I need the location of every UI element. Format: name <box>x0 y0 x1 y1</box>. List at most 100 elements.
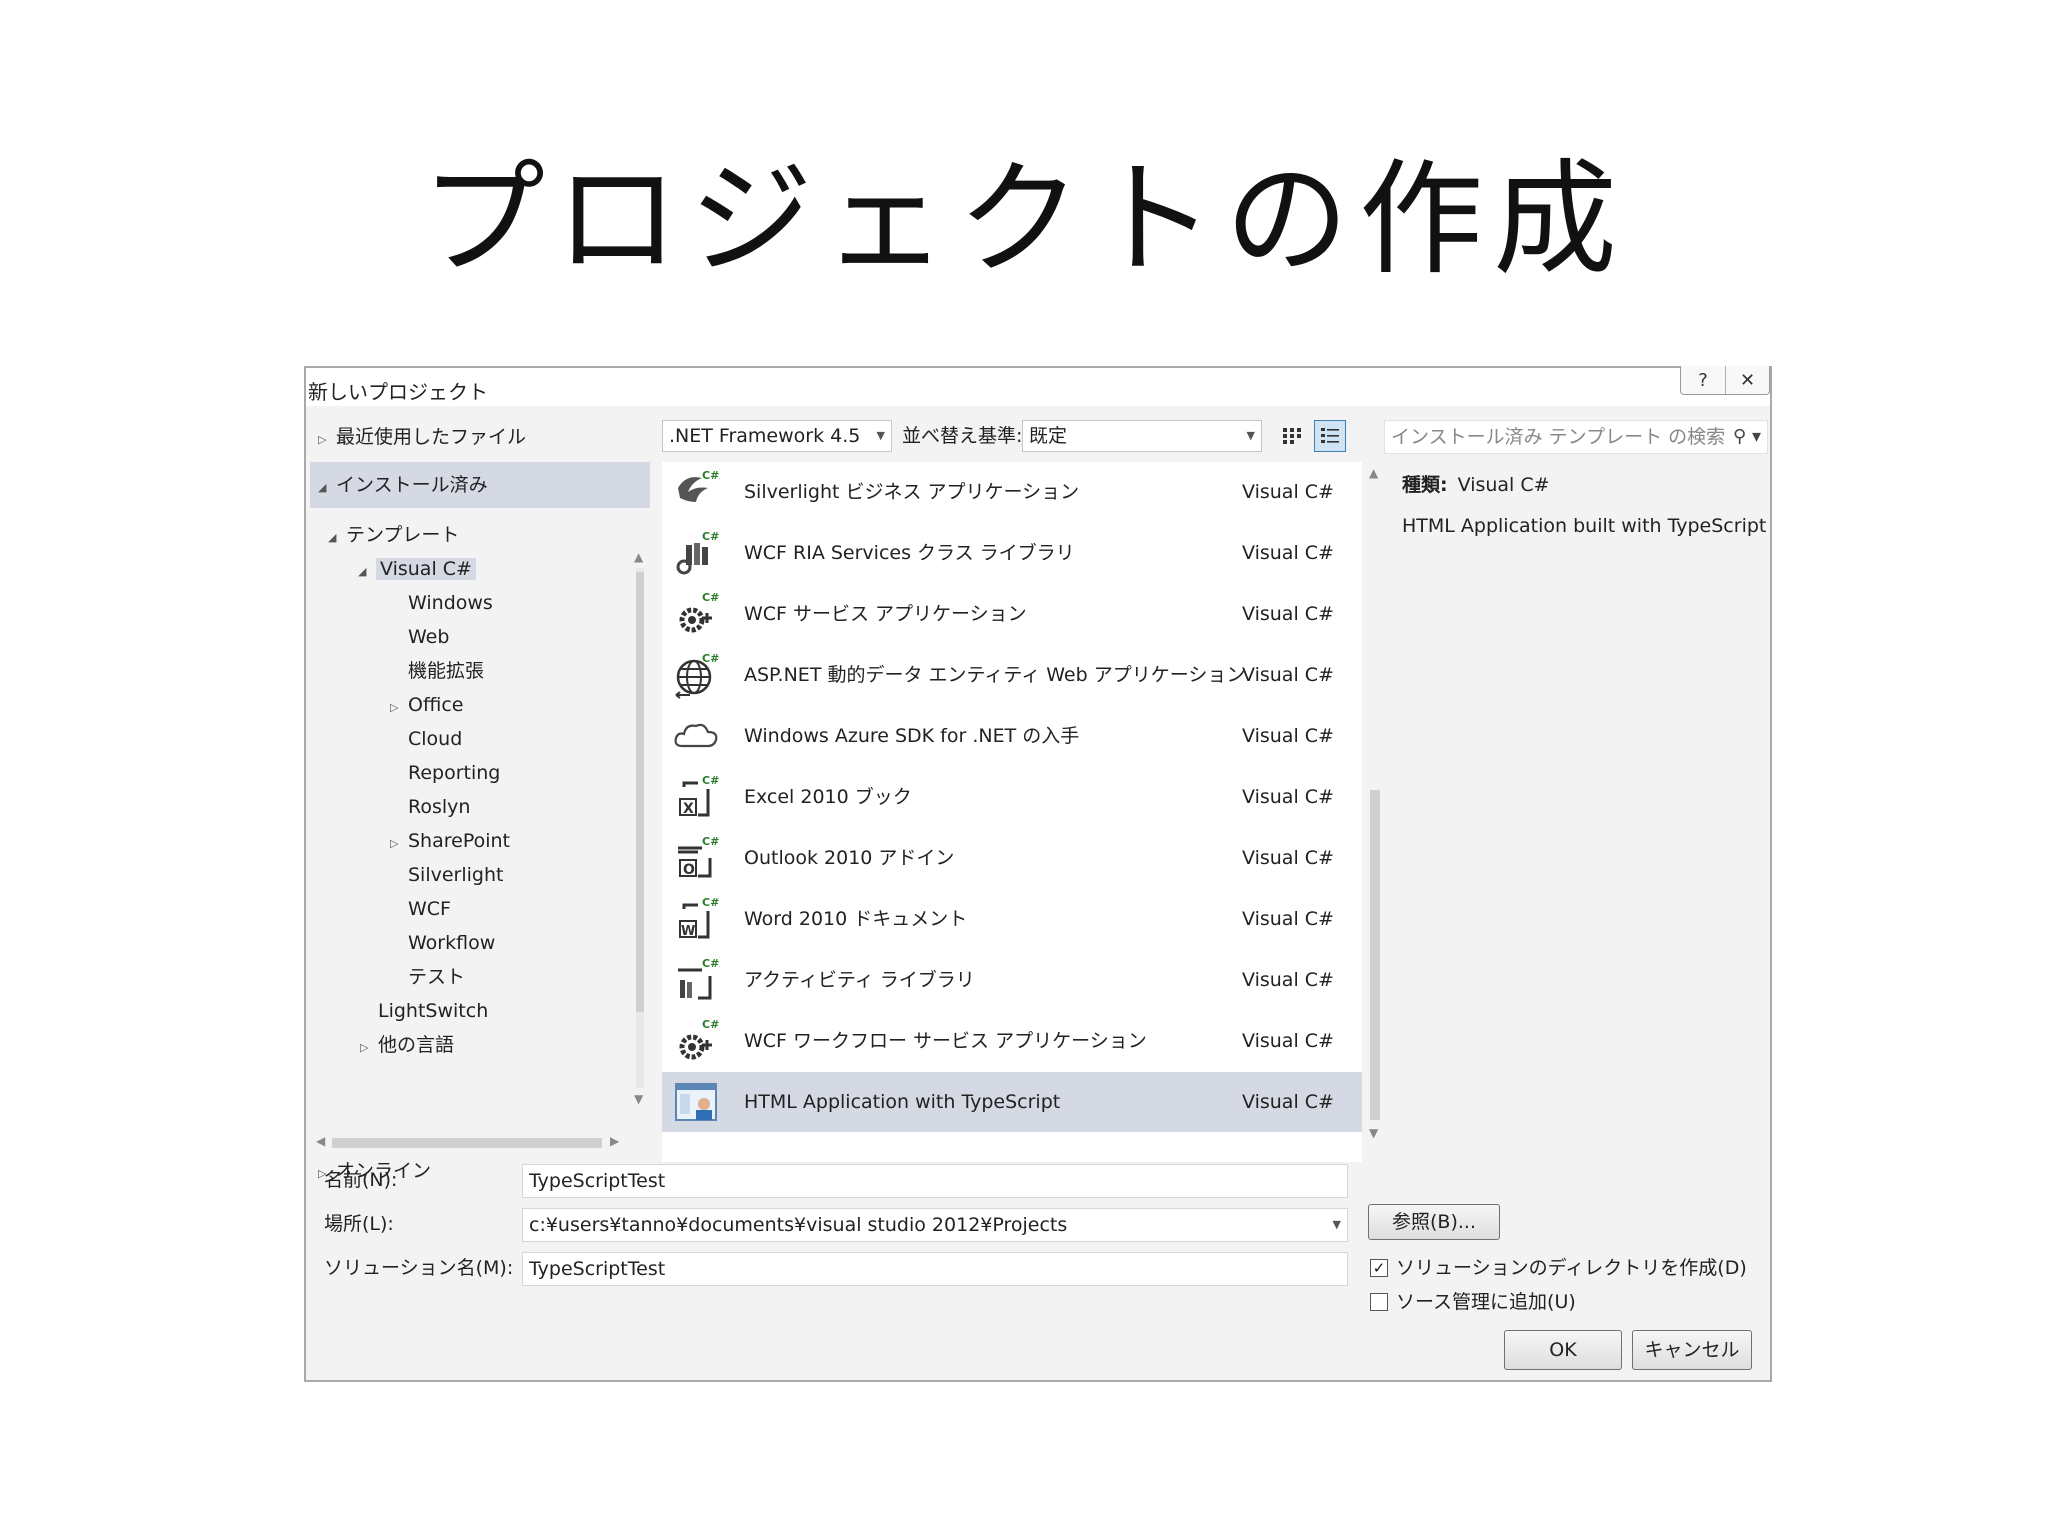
ok-button[interactable]: OK <box>1504 1330 1622 1370</box>
source-control-option[interactable]: ソース管理に追加(U) <box>1370 1288 1576 1316</box>
scroll-right-icon[interactable]: ▶ <box>610 1134 619 1148</box>
solution-name-input[interactable]: TypeScriptTest <box>522 1252 1348 1286</box>
tree-item-extensibility[interactable]: 機能拡張 <box>408 656 484 686</box>
tree-item-workflow[interactable]: Workflow <box>408 928 495 958</box>
template-search-input[interactable]: インストール済み テンプレート の検索 ⚲ ▾ <box>1384 420 1768 454</box>
svg-text:C#: C# <box>702 896 719 909</box>
template-row[interactable]: X C# Excel 2010 ブック Visual C# <box>662 767 1362 827</box>
create-directory-option[interactable]: ✓ ソリューションのディレクトリを作成(D) <box>1370 1254 1747 1282</box>
browse-button[interactable]: 参照(B)... <box>1368 1204 1500 1240</box>
activity-library-icon: C# <box>678 957 719 1000</box>
globe-icon: C# <box>675 652 719 699</box>
help-button[interactable]: ? <box>1681 366 1725 394</box>
scroll-thumb[interactable] <box>1370 790 1380 1120</box>
scroll-thumb[interactable] <box>636 572 644 1012</box>
tree-item-installed[interactable]: ◢ インストール済み <box>318 470 488 500</box>
tree-item-reporting[interactable]: Reporting <box>408 758 500 788</box>
solution-name-label: ソリューション名(M): <box>324 1257 514 1279</box>
template-row[interactable]: C# ASP.NET 動的データ エンティティ Web アプリケーション Vis… <box>662 645 1362 705</box>
search-icon[interactable]: ⚲ ▾ <box>1729 421 1761 453</box>
scroll-up-icon[interactable]: ▲ <box>1369 466 1378 480</box>
tree-item-other-languages[interactable]: ▷ 他の言語 <box>360 1030 454 1060</box>
expand-arrow-icon[interactable]: ▷ <box>360 1033 378 1063</box>
project-name-input[interactable]: TypeScriptTest <box>522 1164 1348 1198</box>
svg-text:C#: C# <box>702 1018 719 1031</box>
svg-text:C#: C# <box>702 835 719 848</box>
html-typescript-icon <box>675 1083 717 1121</box>
template-row[interactable]: W C# Word 2010 ドキュメント Visual C# <box>662 889 1362 949</box>
svg-text:X: X <box>683 801 694 817</box>
dialog-titlebar: 新しいプロジェクト ? ✕ <box>306 366 1770 406</box>
list-toolbar: .NET Framework 4.5 ▼ 並べ替え基準: 既定 ▼ <box>662 420 1362 456</box>
svg-text:C#: C# <box>702 957 719 970</box>
tree-horizontal-scrollbar[interactable]: ◀ ▶ <box>314 1132 624 1152</box>
template-description: HTML Application built with TypeScript <box>1402 515 1767 537</box>
template-row[interactable]: C# WCF サービス アプリケーション Visual C# <box>662 584 1362 644</box>
source-control-checkbox[interactable] <box>1370 1293 1388 1311</box>
template-row[interactable]: C# WCF ワークフロー サービス アプリケーション Visual C# <box>662 1011 1362 1071</box>
silverlight-icon: C# <box>678 469 719 502</box>
sort-label: 並べ替え基準: <box>902 425 1023 447</box>
create-directory-checkbox[interactable]: ✓ <box>1370 1259 1388 1277</box>
template-row[interactable]: C# WCF RIA Services クラス ライブラリ Visual C# <box>662 523 1362 583</box>
tree-item-visual-csharp[interactable]: ◢ Visual C# <box>358 554 476 584</box>
framework-select[interactable]: .NET Framework 4.5 ▼ <box>662 420 892 452</box>
expand-arrow-icon[interactable]: ▷ <box>390 693 408 723</box>
tree-item-recent[interactable]: ▷ 最近使用したファイル <box>318 422 526 452</box>
template-details: 種類: Visual C# HTML Application built with… <box>1402 470 1767 537</box>
small-icons-view-button[interactable] <box>1276 420 1308 452</box>
expand-arrow-icon[interactable]: ▷ <box>390 829 408 859</box>
slide-title: プロジェクトの作成 <box>420 148 1627 292</box>
template-row-selected[interactable]: HTML Application with TypeScript Visual … <box>662 1072 1362 1132</box>
expand-arrow-icon[interactable]: ▷ <box>318 425 336 455</box>
scroll-down-icon[interactable]: ▼ <box>634 1092 643 1106</box>
chevron-down-icon: ▼ <box>876 429 885 442</box>
ria-library-icon: C# <box>676 530 719 575</box>
new-project-dialog: 新しいプロジェクト ? ✕ ▷ 最近使用したファイル ◢ インストール済み ◢ テンプ… <box>304 366 1772 1382</box>
scroll-left-icon[interactable]: ◀ <box>316 1134 325 1148</box>
template-list-scrollbar[interactable]: ▲ ▼ <box>1366 462 1384 1142</box>
tree-item-roslyn[interactable]: Roslyn <box>408 792 470 822</box>
dialog-title: 新しいプロジェクト <box>308 380 488 404</box>
template-type: 種類: Visual C# <box>1402 474 1550 496</box>
workflow-gear-icon: C# <box>679 1018 719 1060</box>
template-list: C# Silverlight ビジネス アプリケーション Visual C# C… <box>662 462 1362 1162</box>
close-button[interactable]: ✕ <box>1725 366 1769 394</box>
title-buttons: ? ✕ <box>1680 366 1770 395</box>
collapse-arrow-icon[interactable]: ◢ <box>318 473 336 503</box>
tree-item-sharepoint[interactable]: ▷ SharePoint <box>390 826 510 856</box>
svg-text:C#: C# <box>702 530 719 543</box>
template-tree: ▷ 最近使用したファイル ◢ インストール済み ◢ テンプレート ◢ Visual C#… <box>310 412 650 1182</box>
scroll-thumb-horizontal[interactable] <box>332 1138 602 1148</box>
tree-item-templates[interactable]: ◢ テンプレート <box>328 520 459 550</box>
sort-select[interactable]: 既定 ▼ <box>1022 420 1262 452</box>
tree-item-cloud[interactable]: Cloud <box>408 724 462 754</box>
collapse-arrow-icon[interactable]: ◢ <box>328 523 346 553</box>
collapse-arrow-icon[interactable]: ◢ <box>358 557 376 587</box>
close-icon: ✕ <box>1739 369 1756 391</box>
location-label: 場所(L): <box>324 1213 394 1235</box>
scroll-down-icon[interactable]: ▼ <box>1369 1126 1378 1140</box>
tree-item-silverlight[interactable]: Silverlight <box>408 860 503 890</box>
scroll-up-icon[interactable]: ▲ <box>634 550 643 564</box>
excel-icon: X C# <box>679 774 719 817</box>
list-view-button[interactable] <box>1314 420 1346 452</box>
tree-item-wcf[interactable]: WCF <box>408 894 451 924</box>
template-row[interactable]: Windows Azure SDK for .NET の入手 Visual C# <box>662 706 1362 766</box>
grid-view-icon <box>1283 428 1301 444</box>
template-row[interactable]: C# アクティビティ ライブラリ Visual C# <box>662 950 1362 1010</box>
svg-text:C#: C# <box>702 774 719 787</box>
tree-item-office[interactable]: ▷ Office <box>390 690 463 720</box>
tree-item-test[interactable]: テスト <box>408 962 465 992</box>
tree-item-lightswitch[interactable]: LightSwitch <box>378 996 488 1026</box>
template-row[interactable]: O C# Outlook 2010 アドイン Visual C# <box>662 828 1362 888</box>
template-row[interactable]: C# Silverlight ビジネス アプリケーション Visual C# <box>662 462 1362 522</box>
svg-text:C#: C# <box>702 469 719 482</box>
chevron-down-icon[interactable]: ▼ <box>1333 1209 1341 1241</box>
tree-vertical-scrollbar[interactable]: ▲ ▼ <box>632 550 648 1110</box>
svg-text:O: O <box>683 862 695 878</box>
cancel-button[interactable]: キャンセル <box>1632 1330 1752 1370</box>
tree-item-windows[interactable]: Windows <box>408 588 493 618</box>
tree-item-web[interactable]: Web <box>408 622 449 652</box>
location-combo[interactable]: c:¥users¥tanno¥documents¥visual studio 2… <box>522 1208 1348 1242</box>
